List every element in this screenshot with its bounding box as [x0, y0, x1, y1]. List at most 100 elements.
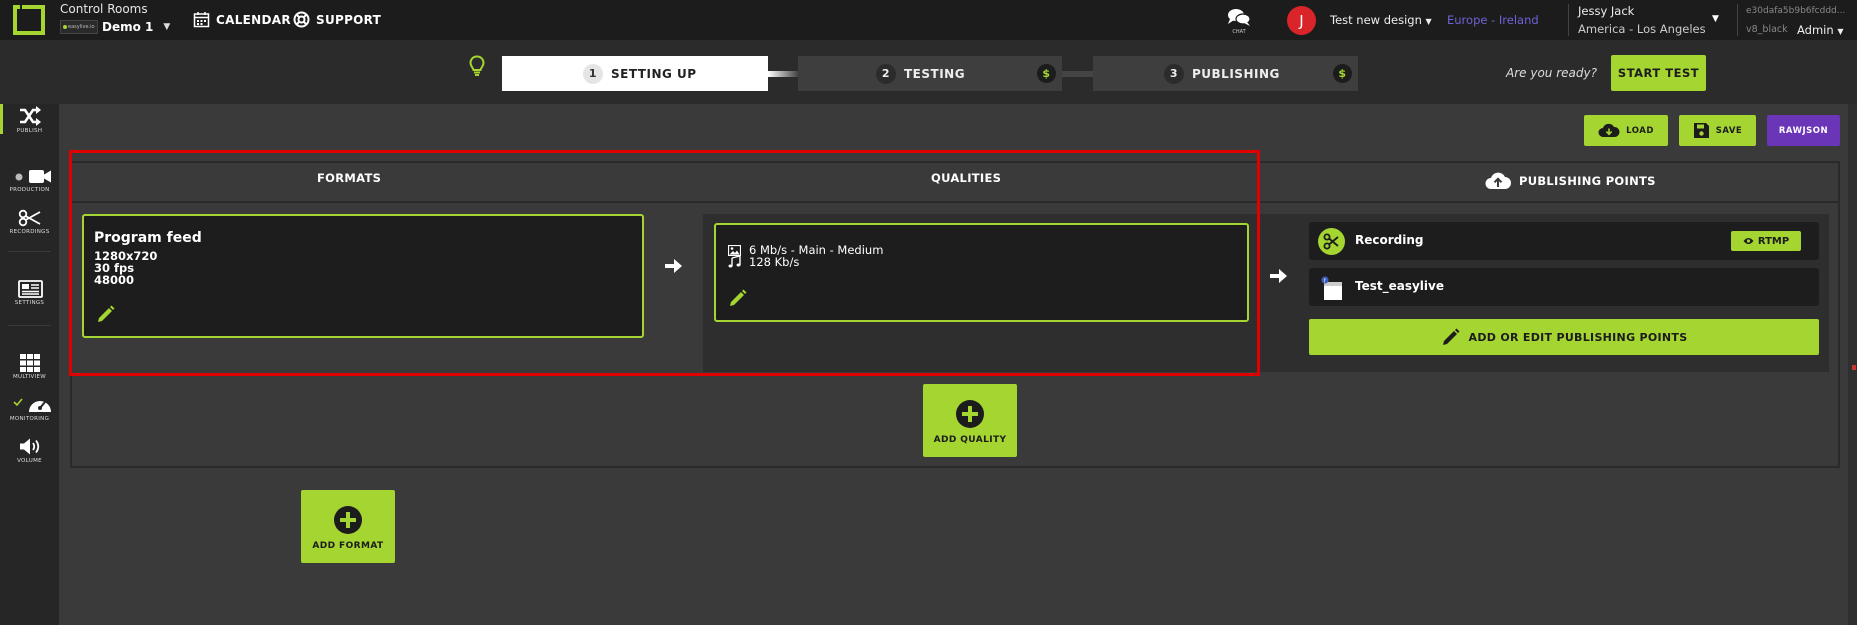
step-connector [768, 71, 798, 77]
sidebar-item-label: VOLUME [17, 458, 42, 464]
publishing-points-heading: PUBLISHING POINTS [1485, 171, 1656, 190]
sidebar-item-label: MONITORING [9, 416, 50, 422]
room-selector[interactable]: easylive.io Demo 1 ▼ [60, 20, 170, 34]
room-badge: easylive.io [60, 20, 98, 34]
plus-circle-icon [956, 400, 984, 428]
format-name: Program feed [94, 230, 202, 246]
calendar-link[interactable]: CALENDAR [193, 11, 291, 28]
scissors-icon [18, 209, 40, 227]
speaker-icon [19, 438, 39, 455]
music-note-icon [728, 256, 741, 268]
qualities-heading: QUALITIES [931, 171, 1002, 185]
theme-label: v8_black [1746, 24, 1788, 35]
control-rooms-label: Control Rooms [60, 2, 148, 16]
scrollbar-thumb[interactable] [1852, 365, 1856, 370]
user-name[interactable]: Jessy Jack [1578, 4, 1634, 18]
design-selector[interactable]: Test new design ▼ [1330, 13, 1432, 27]
caret-down-icon: ▼ [163, 22, 171, 32]
shuffle-icon [19, 106, 41, 126]
avatar[interactable]: J [1287, 6, 1316, 35]
top-bar: Control Rooms easylive.io Demo 1 ▼ CALEN… [0, 0, 1857, 40]
add-format-button[interactable]: ADD FORMAT [301, 490, 395, 563]
active-indicator [0, 104, 3, 134]
caret-down-icon: ▼ [1837, 27, 1844, 36]
arrow-right-icon [665, 259, 682, 273]
arrow-right-icon [1270, 269, 1287, 283]
pencil-icon[interactable] [728, 288, 748, 308]
chat-button[interactable]: CHAT [1226, 8, 1252, 35]
load-button[interactable]: LOAD [1584, 115, 1668, 146]
sidebar-item-multiview[interactable]: MULTIVIEW [0, 354, 59, 388]
sidebar-item-label: RECORDINGS [9, 229, 50, 235]
rtmp-badge[interactable]: RTMP [1731, 231, 1801, 251]
user-timezone[interactable]: America - Los Angeles [1578, 22, 1706, 36]
sidebar-item-production[interactable]: PRODUCTION [0, 168, 59, 202]
chat-icon [1228, 9, 1251, 26]
step-label: PUBLISHING [1192, 66, 1280, 81]
add-format-label: ADD FORMAT [312, 541, 384, 551]
step-number: 1 [583, 63, 603, 84]
step-setting-up[interactable]: 1 SETTING UP [502, 56, 768, 91]
newspaper-icon [17, 280, 43, 298]
publishing-point-row[interactable]: f Test_easylive [1309, 268, 1819, 306]
add-quality-label: ADD QUALITY [933, 435, 1007, 445]
dollar-icon: $ [1333, 64, 1352, 83]
divider [1568, 4, 1569, 36]
facebook-page-icon: f [1321, 276, 1342, 300]
quality-audio-line: 128 Kb/s [728, 255, 799, 269]
ready-prompt: Are you ready? [1506, 66, 1597, 80]
app-logo-icon[interactable] [12, 4, 46, 36]
pencil-icon[interactable] [96, 304, 116, 324]
start-test-button[interactable]: START TEST [1611, 55, 1706, 91]
caret-down-icon: ▼ [1425, 17, 1432, 26]
step-testing[interactable]: 2 TESTING $ [798, 56, 1062, 91]
header-divider [72, 201, 1838, 203]
sidebar-item-settings[interactable]: SETTINGS [0, 280, 59, 314]
eye-icon [1743, 238, 1754, 244]
brand-dot-icon [63, 25, 67, 29]
dollar-icon: $ [1037, 64, 1056, 83]
video-camera-icon [15, 170, 51, 183]
quality-card[interactable]: 6 Mb/s - Main - Medium 128 Kb/s [714, 223, 1249, 322]
formats-heading: FORMATS [317, 171, 382, 185]
add-quality-button[interactable]: ADD QUALITY [923, 384, 1017, 457]
sidebar-item-label: MULTIVIEW [12, 374, 47, 380]
save-button[interactable]: SAVE [1679, 115, 1756, 146]
add-edit-publishing-points-button[interactable]: ADD OR EDIT PUBLISHING POINTS [1309, 319, 1819, 355]
steps-bar: 1 SETTING UP 2 TESTING $ 3 PUBLISHING $ … [0, 40, 1857, 104]
left-sidebar: PUBLISH PRODUCTION RECORDINGS SETTINGS M… [0, 104, 59, 625]
step-number: 3 [1164, 63, 1184, 84]
step-connector [1062, 71, 1093, 77]
room-name: Demo 1 [102, 20, 154, 34]
lightbulb-icon[interactable] [469, 55, 485, 77]
cloud-download-icon [1598, 123, 1620, 137]
sidebar-item-label: PRODUCTION [9, 187, 50, 193]
image-icon [728, 244, 741, 256]
sidebar-item-recordings[interactable]: RECORDINGS [0, 209, 59, 243]
step-number: 2 [876, 63, 896, 84]
grid-icon [19, 354, 40, 372]
support-link[interactable]: SUPPORT [293, 11, 381, 28]
floppy-disk-icon [1693, 123, 1709, 138]
publishing-point-name: Test_easylive [1355, 279, 1444, 293]
sidebar-item-label: PUBLISH [16, 128, 43, 134]
scissors-icon [1318, 228, 1345, 255]
sidebar-item-publish[interactable]: PUBLISH [0, 104, 59, 154]
session-hash: e30dafa5b9b6fcddd... [1746, 6, 1846, 16]
step-publishing[interactable]: 3 PUBLISHING $ [1093, 56, 1358, 91]
plus-circle-icon [334, 506, 362, 534]
cloud-upload-icon [1485, 172, 1511, 189]
chat-label: CHAT [1232, 29, 1246, 35]
format-card[interactable]: Program feed 1280x720 30 fps 48000 [82, 214, 644, 338]
caret-down-icon[interactable]: ▼ [1712, 14, 1719, 24]
lifebuoy-icon [293, 11, 310, 28]
sidebar-item-volume[interactable]: VOLUME [0, 437, 59, 471]
sidebar-item-monitoring[interactable]: MONITORING [0, 396, 59, 430]
divider [1737, 4, 1738, 36]
calendar-icon [193, 12, 210, 28]
pencil-icon [1442, 328, 1460, 345]
region-label[interactable]: Europe - Ireland [1447, 13, 1539, 27]
role-selector[interactable]: Admin ▼ [1797, 23, 1843, 37]
publishing-point-row[interactable]: Recording RTMP [1309, 222, 1819, 260]
rawjson-button[interactable]: RAWJSON [1767, 115, 1840, 146]
